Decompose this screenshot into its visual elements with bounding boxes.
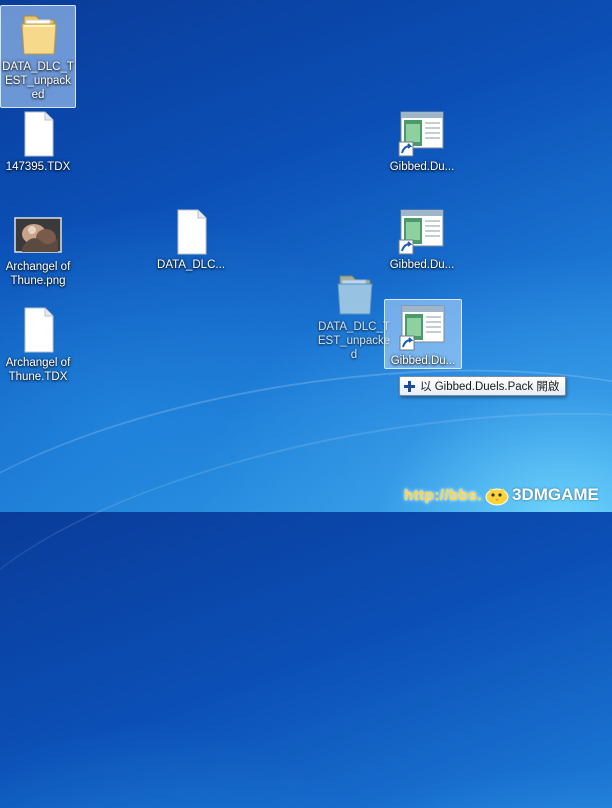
drag-drop-tooltip: 以 Gibbed.Duels.Pack 開啟 [399, 376, 567, 396]
watermark-brand: 3DMGAME [511, 485, 599, 504]
app-window-shortcut-icon [398, 110, 446, 158]
blank-file-icon [14, 110, 62, 158]
desktop-icon-image-archangel-png[interactable]: Archangel of Thune.png [0, 206, 76, 288]
desktop-icon-label: Gibbed.Du... [390, 355, 456, 367]
desktop-icon-label: Archangel of Thune.TDX [5, 357, 71, 383]
image-thumbnail-icon [14, 210, 62, 258]
desktop-icon-label: DATA_DLC... [157, 259, 225, 271]
drag-tooltip-text: 以 Gibbed.Duels.Pack 開啟 [420, 381, 560, 393]
folder-icon [330, 270, 378, 318]
desktop-icon-shortcut-gibbed-2[interactable]: Gibbed.Du... [384, 204, 460, 272]
desktop-icon-shortcut-gibbed-3[interactable]: Gibbed.Du... [384, 299, 462, 369]
wallpaper-streak [0, 354, 612, 808]
desktop-icon-file-147395-tdx[interactable]: 147395.TDX [0, 106, 76, 174]
mascot-icon [484, 484, 510, 506]
blank-file-icon [167, 208, 215, 256]
watermark-url: http://bbs. [404, 486, 482, 504]
folder-icon [14, 10, 62, 58]
desktop-icon-folder-data-dlc-test[interactable]: DATA_DLC_TEST_unpacked [0, 5, 76, 108]
plus-icon [403, 380, 416, 393]
site-watermark: http://bbs. 3DMGAME [404, 484, 599, 506]
desktop-icon-label: 147395.TDX [5, 161, 71, 173]
desktop-icon-label: Gibbed.Du... [389, 259, 455, 271]
desktop-icon-shortcut-gibbed-1[interactable]: Gibbed.Du... [384, 106, 460, 174]
desktop-icon-label: Archangel of Thune.png [5, 261, 71, 287]
desktop-icon-label: DATA_DLC_TEST_unpacked [317, 321, 391, 361]
app-window-shortcut-icon [398, 208, 446, 256]
app-window-shortcut-icon [399, 304, 447, 352]
dragged-folder-ghost: DATA_DLC_TEST_unpacked [316, 266, 392, 362]
desktop-icon-label: DATA_DLC_TEST_unpacked [2, 61, 74, 101]
blank-file-icon [14, 306, 62, 354]
desktop-icon-label: Gibbed.Du... [389, 161, 455, 173]
desktop-icon-file-archangel-tdx[interactable]: Archangel of Thune.TDX [0, 302, 76, 384]
desktop-icon-file-data-dlc[interactable]: DATA_DLC... [153, 204, 229, 272]
